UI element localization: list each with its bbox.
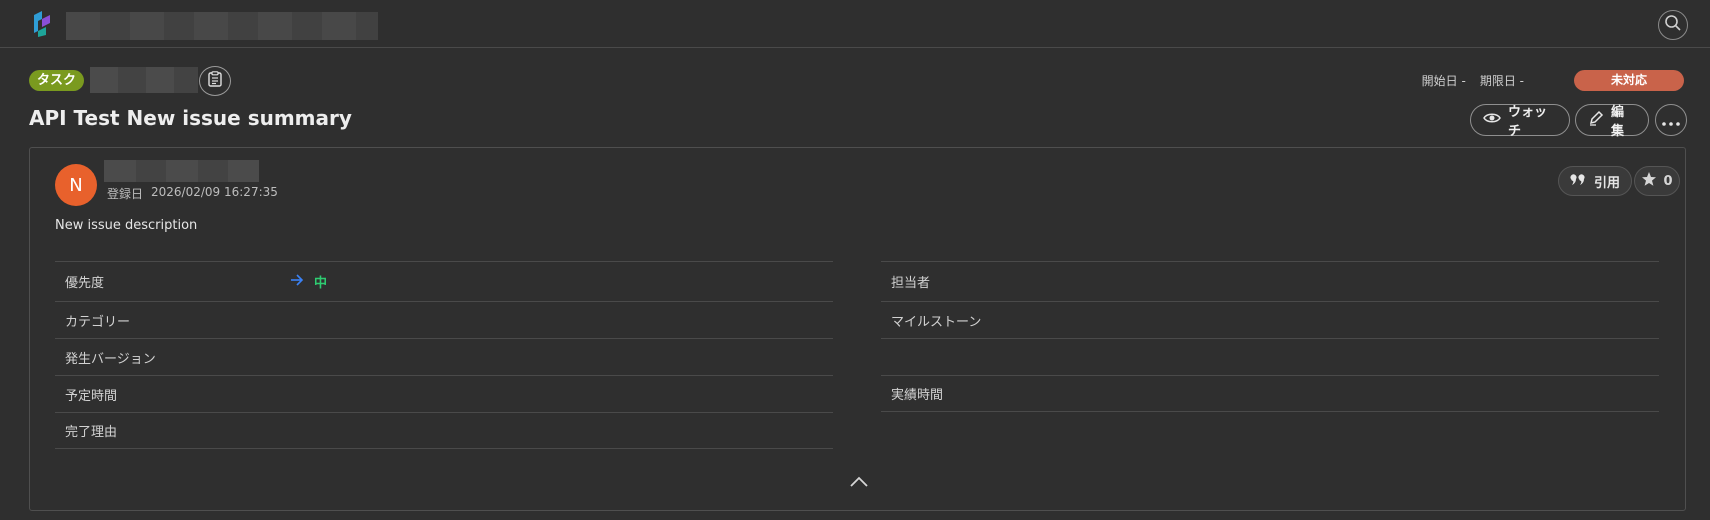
more-dots-icon	[1662, 111, 1680, 130]
eye-icon	[1483, 111, 1501, 129]
star-icon	[1641, 171, 1657, 191]
top-bar	[0, 0, 1710, 48]
start-date: 開始日 -	[1421, 74, 1466, 88]
page-title: API Test New issue summary	[29, 106, 352, 130]
priority-value: 中	[314, 276, 328, 291]
arrow-right-icon	[290, 273, 304, 290]
redacted-issue-key	[90, 67, 198, 93]
property-category: カテゴリー	[55, 301, 833, 338]
pencil-icon	[1588, 110, 1604, 130]
property-empty	[881, 338, 1659, 375]
properties-right: 担当者 マイルストーン 実績時間	[881, 261, 1659, 412]
star-button[interactable]: 0	[1634, 166, 1680, 196]
properties-left: 優先度 中 カテゴリー 発生バージョン 予定時間 完了理由	[55, 261, 833, 449]
due-date: 期限日 -	[1479, 74, 1524, 88]
search-icon	[1664, 14, 1682, 36]
property-milestone: マイルストーン	[881, 301, 1659, 338]
property-priority: 優先度 中	[55, 261, 833, 301]
more-actions-button[interactable]	[1655, 104, 1687, 136]
status-badge[interactable]: 未対応	[1574, 70, 1684, 91]
app-logo-icon[interactable]	[32, 11, 56, 37]
redacted-breadcrumb	[66, 12, 378, 40]
edit-button[interactable]: 編集	[1575, 104, 1649, 139]
property-estimated-hours: 予定時間	[55, 375, 833, 412]
property-actual-hours: 実績時間	[881, 375, 1659, 412]
issue-description: New issue description	[55, 218, 198, 233]
avatar[interactable]: N	[55, 164, 97, 206]
issue-detail-card: N 登録日 2026/02/09 16:27:35 引用 0 New issue…	[29, 147, 1686, 511]
collapse-properties-button[interactable]	[847, 473, 871, 491]
clipboard-icon	[208, 71, 222, 91]
issue-type-badge: タスク	[29, 70, 85, 91]
copy-issue-key-button[interactable]	[199, 66, 231, 96]
quote-button[interactable]: 引用	[1558, 166, 1632, 196]
created-date: 登録日 2026/02/09 16:27:35	[107, 185, 278, 201]
property-affected-version: 発生バージョン	[55, 338, 833, 375]
property-resolution: 完了理由	[55, 412, 833, 449]
redacted-author-name	[104, 160, 259, 182]
quote-icon	[1570, 173, 1586, 189]
issue-dates: 開始日 - 期限日 -	[1422, 72, 1524, 89]
property-assignee: 担当者	[881, 261, 1659, 301]
watch-button[interactable]: ウォッチ	[1470, 104, 1570, 139]
chevron-up-icon	[849, 473, 869, 492]
star-count: 0	[1663, 173, 1673, 189]
search-button[interactable]	[1658, 10, 1688, 40]
